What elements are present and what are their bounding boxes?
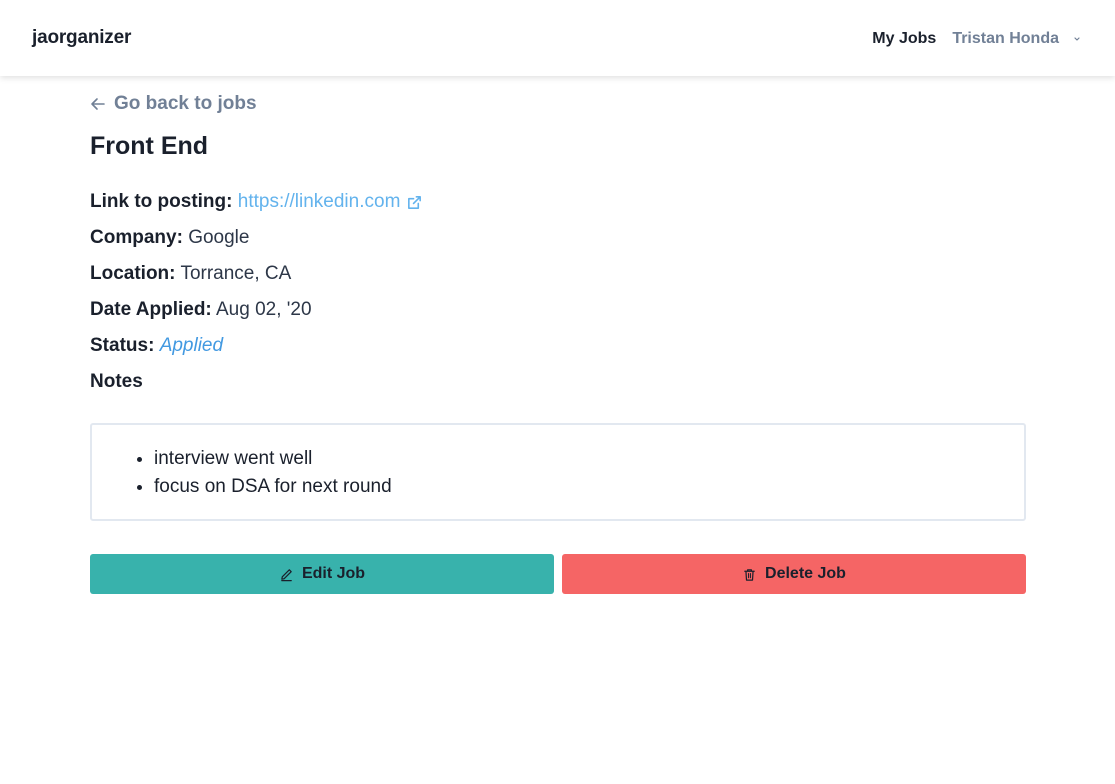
arrow-left-icon: [91, 98, 105, 110]
note-item: focus on DSA for next round: [154, 473, 1024, 501]
nav-right: My Jobs Tristan Honda: [872, 30, 1083, 48]
notes-label: Notes: [90, 371, 143, 392]
status-field: Status: Applied: [90, 334, 223, 358]
delete-job-button[interactable]: Delete Job: [562, 554, 1026, 594]
back-to-jobs-link[interactable]: Go back to jobs: [90, 93, 257, 115]
company-label: Company:: [90, 227, 183, 248]
job-title: Front End: [90, 132, 209, 160]
edit-job-button[interactable]: Edit Job: [90, 554, 554, 594]
my-jobs-link[interactable]: My Jobs: [872, 30, 936, 48]
date-applied-label: Date Applied:: [90, 299, 212, 320]
notes-box: interview went well focus on DSA for nex…: [90, 423, 1026, 521]
trash-icon: [744, 568, 755, 581]
back-label: Go back to jobs: [114, 93, 257, 114]
user-menu[interactable]: Tristan Honda: [952, 30, 1083, 48]
brand-logo[interactable]: jaorganizer: [32, 27, 131, 49]
chevron-down-icon: [1074, 37, 1080, 41]
posting-label: Link to posting:: [90, 191, 233, 212]
note-item: interview went well: [154, 445, 1024, 473]
location-value: Torrance, CA: [180, 263, 292, 284]
notes-heading: Notes: [90, 370, 143, 394]
posting-field: Link to posting: https://linkedin.com: [90, 190, 423, 214]
edit-job-label: Edit Job: [301, 565, 366, 582]
company-field: Company: Google: [90, 226, 249, 250]
notes-list: interview went well focus on DSA for nex…: [92, 445, 1024, 501]
posting-link[interactable]: https://linkedin.com: [238, 190, 424, 214]
date-applied-value: Aug 02, '20: [215, 299, 312, 320]
status-value: Applied: [159, 335, 224, 356]
action-buttons: Edit Job Delete Job: [90, 554, 1026, 594]
location-label: Location:: [90, 263, 176, 284]
date-applied-field: Date Applied: Aug 02, '20: [90, 298, 312, 322]
external-link-icon: [408, 195, 422, 209]
user-name: Tristan Honda: [952, 30, 1059, 47]
posting-url: https://linkedin.com: [237, 191, 401, 212]
pencil-icon: [281, 568, 292, 581]
location-field: Location: Torrance, CA: [90, 262, 291, 286]
top-navbar: jaorganizer My Jobs Tristan Honda: [0, 0, 1115, 76]
status-label: Status:: [90, 335, 155, 356]
delete-job-label: Delete Job: [765, 565, 846, 582]
company-value: Google: [188, 227, 250, 248]
